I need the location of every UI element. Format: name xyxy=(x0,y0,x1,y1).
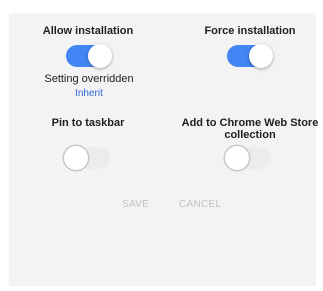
cancel-button[interactable]: CANCEL xyxy=(179,199,221,210)
setting-overridden-note: Setting overridden xyxy=(44,73,134,85)
force-installation-toggle[interactable] xyxy=(227,44,273,68)
add-to-collection-toggle[interactable] xyxy=(225,146,271,170)
pin-to-taskbar-toggle[interactable] xyxy=(64,146,110,170)
toggle-knob xyxy=(225,146,249,170)
add-to-collection-label-line2: collection xyxy=(224,129,276,141)
allow-installation-label: Allow installation xyxy=(42,25,134,37)
inherit-link[interactable]: Inherit xyxy=(66,88,112,99)
toggle-knob xyxy=(64,146,88,170)
toggle-knob xyxy=(249,44,273,68)
pin-to-taskbar-label: Pin to taskbar xyxy=(51,117,125,129)
toggle-knob xyxy=(88,44,112,68)
save-button[interactable]: SAVE xyxy=(122,199,149,210)
force-installation-label: Force installation xyxy=(204,25,296,37)
dialog-frame: Allow installation Setting overridden In… xyxy=(0,0,323,291)
allow-installation-toggle[interactable] xyxy=(66,44,112,68)
